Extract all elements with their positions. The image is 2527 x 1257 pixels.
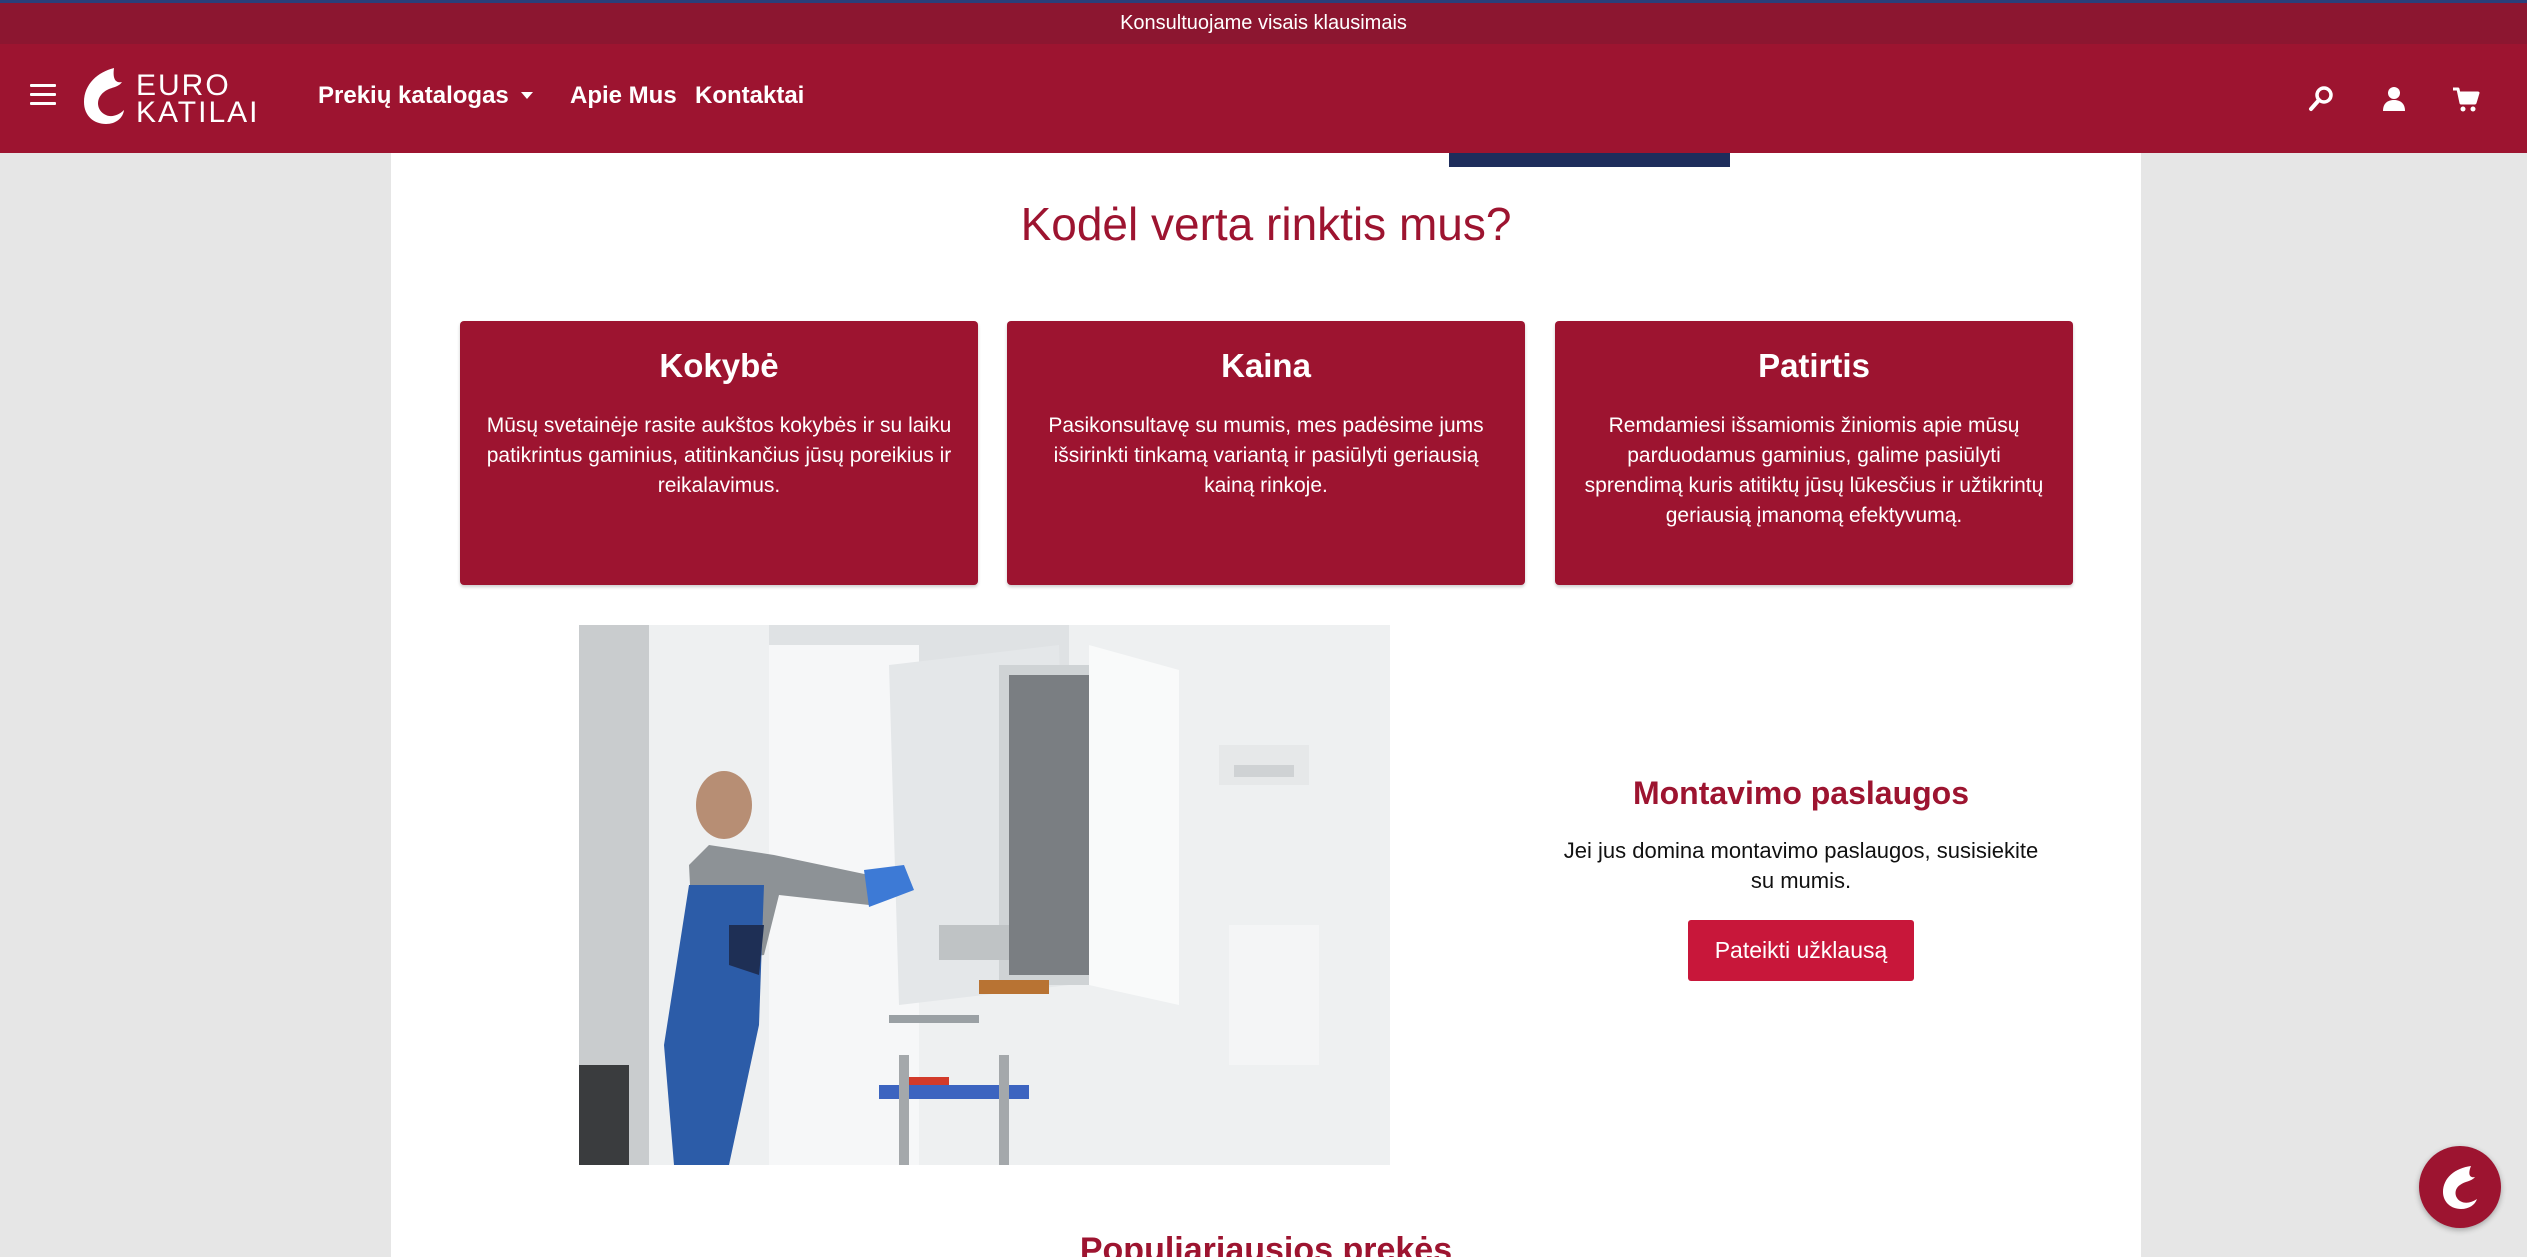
user-icon[interactable] <box>2379 84 2409 114</box>
nav-about-link[interactable]: Apie Mus <box>570 82 677 110</box>
feature-card-experience: Patirtis Remdamiesi išsamiomis žiniomis … <box>1555 321 2073 585</box>
nav-catalog-label: Prekių katalogas <box>318 82 509 109</box>
submit-inquiry-button[interactable]: Pateikti užklausą <box>1687 920 1915 981</box>
announcement-text: Konsultuojame visais klausimais <box>1120 12 1407 34</box>
search-icon[interactable] <box>2306 84 2336 114</box>
navy-strip <box>1449 153 1730 167</box>
card-text: Mūsų svetainėje rasite aukštos kokybės i… <box>486 414 952 497</box>
main-content: Kodėl verta rinktis mus? Kokybė Mūsų sve… <box>391 153 2141 1257</box>
why-choose-us-title: Kodėl verta rinktis mus? <box>1020 198 1512 250</box>
announcement-bar: Konsultuojame visais klausimais <box>0 0 2527 44</box>
card-title: Kaina <box>1221 347 1311 384</box>
caret-down-icon <box>520 92 533 99</box>
logo-line-1: EURO <box>136 69 231 102</box>
flame-logo-icon <box>2443 1166 2477 1209</box>
nav-catalog-dropdown[interactable]: Prekių katalogas <box>318 82 533 110</box>
popular-products-title: Populiariausios prekės <box>1079 1231 1453 1257</box>
feature-card-price: Kaina Pasikonsultavę su mumis, mes padės… <box>1007 321 1525 585</box>
flame-logo-icon <box>84 68 124 124</box>
nav-contacts-link[interactable]: Kontaktai <box>695 82 804 110</box>
installation-text: Jei jus domina montavimo paslaugos, susi… <box>1563 838 2039 893</box>
technician-boiler-photo <box>579 625 1390 1165</box>
card-text: Pasikonsultavę su mumis, mes padėsime ju… <box>1048 414 1484 497</box>
cart-icon[interactable] <box>2451 84 2481 114</box>
logo-line-2: KATILAI <box>136 96 260 129</box>
technician-illustration <box>579 625 1390 1165</box>
main-navbar: EURO KATILAI Prekių katalogas Apie Mus K… <box>0 44 2527 153</box>
chat-widget-button[interactable] <box>2419 1146 2501 1228</box>
card-title: Patirtis <box>1758 347 1870 384</box>
card-text: Remdamiesi išsamiomis žiniomis apie mūsų… <box>1584 414 2044 527</box>
logo-wordmark: EURO KATILAI <box>136 69 260 129</box>
site-logo[interactable]: EURO KATILAI <box>78 66 268 130</box>
feature-card-quality: Kokybė Mūsų svetainėje rasite aukštos ko… <box>460 321 978 585</box>
card-title: Kokybė <box>659 347 779 384</box>
installation-services: Montavimo paslaugos Jei jus domina monta… <box>1561 775 2041 981</box>
menu-icon[interactable] <box>30 84 56 106</box>
installation-title: Montavimo paslaugos <box>1632 775 1970 811</box>
